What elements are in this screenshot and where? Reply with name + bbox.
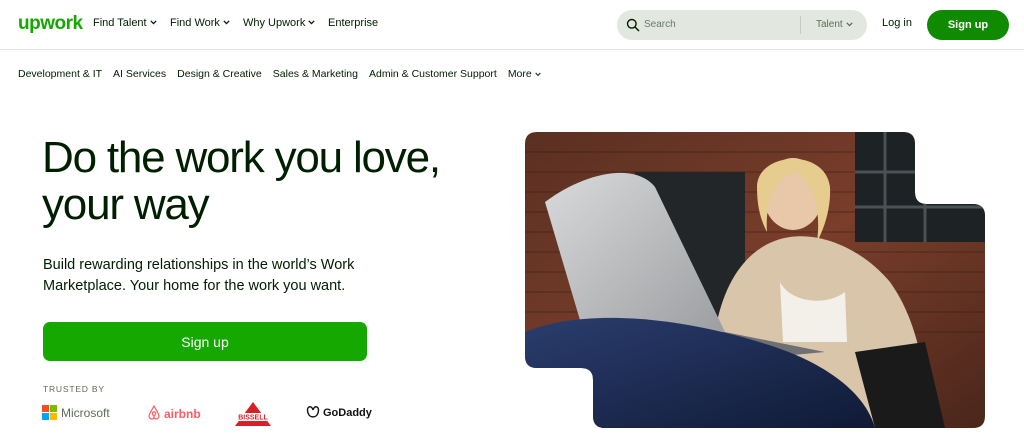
search-divider [800, 16, 801, 34]
hero-headline-line1: Do the work you love, [42, 133, 441, 182]
search-input[interactable]: Search [644, 19, 676, 30]
category-ai-services[interactable]: AI Services [113, 68, 166, 80]
hero-headline-line2: your way [42, 180, 210, 229]
upwork-logo[interactable]: upwork [18, 13, 83, 35]
hero-subtext: Build rewarding relationships in the wor… [43, 255, 383, 297]
top-navigation: upwork Find Talent Find Work Why Upwork … [0, 0, 1024, 50]
chevron-down-icon [223, 20, 230, 26]
nav-find-talent-label: Find Talent [93, 17, 147, 29]
category-development-it[interactable]: Development & IT [18, 68, 102, 80]
godaddy-logo-text: GoDaddy [323, 407, 372, 419]
category-sales-marketing[interactable]: Sales & Marketing [273, 68, 358, 80]
hero-subtext-line2: Marketplace. Your home for the work you … [43, 278, 346, 294]
chevron-down-icon [308, 20, 315, 26]
search-scope-dropdown[interactable]: Talent [816, 19, 853, 30]
chevron-down-icon [535, 71, 541, 77]
hero-subtext-line1: Build rewarding relationships in the wor… [43, 257, 355, 273]
nav-enterprise[interactable]: Enterprise [328, 17, 378, 29]
airbnb-logo-text: airbnb [164, 407, 201, 421]
category-design-creative[interactable]: Design & Creative [177, 68, 262, 80]
chevron-down-icon [846, 21, 853, 28]
category-navigation: Development & IT AI Services Design & Cr… [18, 68, 541, 80]
category-admin-support[interactable]: Admin & Customer Support [369, 68, 497, 80]
svg-text:BISSELL: BISSELL [238, 415, 268, 422]
category-more[interactable]: More [508, 68, 541, 80]
login-link[interactable]: Log in [882, 17, 912, 29]
chevron-down-icon [149, 20, 157, 26]
nav-find-work-label: Find Work [170, 17, 220, 29]
signup-button-header[interactable]: Sign up [927, 10, 1009, 40]
godaddy-icon [306, 405, 320, 421]
trusted-by-label: TRUSTED BY [43, 384, 105, 394]
airbnb-logo: airbnb [147, 404, 201, 423]
nav-why-upwork-label: Why Upwork [243, 17, 306, 29]
airbnb-belo-icon [147, 404, 161, 423]
hero-image [525, 132, 985, 428]
nav-find-work[interactable]: Find Work [170, 17, 230, 29]
nav-enterprise-label: Enterprise [328, 17, 379, 29]
godaddy-logo: GoDaddy [306, 405, 372, 421]
search-bar[interactable]: Search Talent [617, 10, 867, 40]
microsoft-logo: Microsoft [42, 405, 110, 420]
nav-why-upwork[interactable]: Why Upwork [243, 17, 315, 29]
microsoft-windows-icon [42, 405, 57, 420]
microsoft-logo-text: Microsoft [61, 405, 110, 420]
search-scope-label: Talent [816, 19, 843, 30]
nav-find-talent[interactable]: Find Talent [93, 17, 157, 29]
hero-headline: Do the work you love, your way [42, 134, 512, 228]
search-icon [626, 18, 640, 37]
signup-button-hero[interactable]: Sign up [43, 322, 367, 361]
bissell-logo: BISSELL [234, 401, 272, 432]
category-more-label: More [507, 68, 532, 80]
